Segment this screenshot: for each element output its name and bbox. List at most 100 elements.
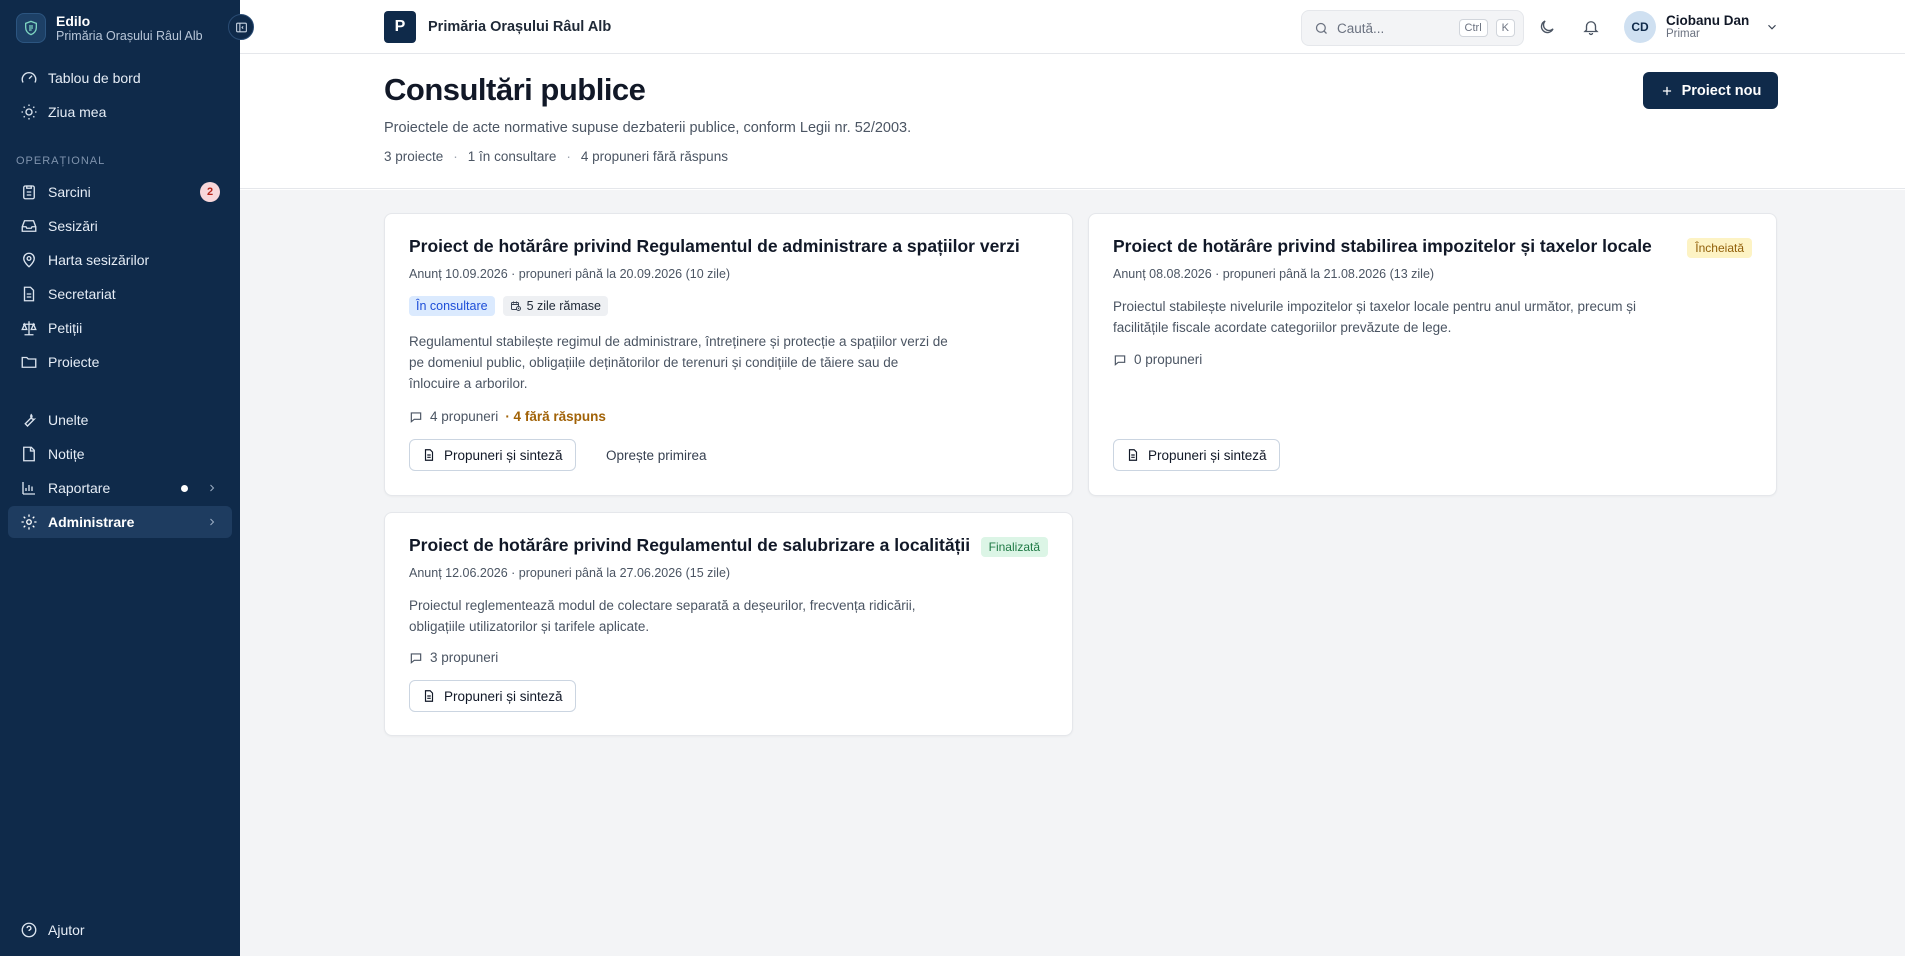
sidebar-item-dashboard[interactable]: Tablou de bord <box>8 62 232 94</box>
proposals-count-label: 4 propuneri <box>430 409 499 424</box>
comment-icon <box>410 652 422 664</box>
sidebar-item-projects[interactable]: Proiecte <box>8 346 232 378</box>
sidebar-item-label: Ziua mea <box>48 104 107 120</box>
stat-unanswered: 4 propuneri fără răspuns <box>580 149 728 164</box>
proposals-synthesis-button[interactable]: Propuneri și sinteză <box>1113 439 1280 471</box>
chevron-right-icon <box>210 518 215 526</box>
stat-separator: · <box>453 149 458 164</box>
stop-receiving-button[interactable]: Oprește primirea <box>606 439 707 471</box>
sidebar-item-label: Raportare <box>48 480 111 496</box>
org-name: Primăria Orașului Râul Alb <box>428 19 612 35</box>
chevron-down-icon <box>1768 24 1777 30</box>
topbar: P Primăria Orașului Râul Alb Caută... Ct… <box>240 0 1905 54</box>
moon-icon <box>1540 20 1554 34</box>
sidebar-item-notes[interactable]: Notițe <box>8 438 232 470</box>
comment-icon <box>1114 354 1126 366</box>
comment-icon <box>410 411 422 423</box>
page-description: Proiectele de acte normative supuse dezb… <box>384 120 912 136</box>
folder-icon <box>21 356 37 368</box>
stat-in-consultation: 1 în consultare <box>467 149 557 164</box>
proposals-count: 3 propuneri <box>409 650 498 665</box>
sidebar-item-tasks[interactable]: Sarcini 2 <box>8 176 232 208</box>
status-badge: Finalizată <box>980 537 1048 557</box>
status-badge: În consultare <box>409 296 495 316</box>
card-meta: Anunț 12.06.2026 · propuneri până la 27.… <box>409 566 731 580</box>
card-tags: În consultare 5 zile rămase <box>409 296 608 316</box>
card-meta: Anunț 10.09.2026 · propuneri până la 20.… <box>409 267 731 281</box>
sidebar-collapse-icon <box>235 22 247 32</box>
avatar: CD <box>1624 11 1656 43</box>
sidebar-item-tools[interactable]: Unelte <box>8 404 232 436</box>
brand[interactable]: Edilo Primăria Orașului Râul Alb <box>16 10 203 46</box>
days-left-label: 5 zile rămase <box>526 299 601 313</box>
shield-logo-icon <box>16 13 46 43</box>
sidebar-item-label: Ajutor <box>48 922 85 938</box>
user-menu[interactable]: CD Ciobanu Dan Primar <box>1624 11 1779 43</box>
sidebar-item-my-day[interactable]: Ziua mea <box>8 96 232 128</box>
document-icon <box>1128 449 1138 461</box>
stat-projects: 3 proiecte <box>384 149 444 164</box>
document-icon <box>23 286 35 302</box>
sidebar-item-label: Petiții <box>48 320 83 336</box>
sidebar-item-reporting[interactable]: Raportare <box>8 472 232 504</box>
wrench-icon <box>24 413 37 427</box>
sidebar-item-label: Sarcini <box>48 184 91 200</box>
org-logo: P <box>384 11 416 43</box>
card-description: Proiectul stabilește nivelurile impozite… <box>1113 299 1636 335</box>
proposals-synthesis-button[interactable]: Propuneri și sinteză <box>409 680 576 712</box>
sidebar-item-reports[interactable]: Sesizări <box>8 210 232 242</box>
sidebar-item-administration[interactable]: Administrare <box>8 506 232 538</box>
gear-icon <box>21 514 37 530</box>
theme-toggle-button[interactable] <box>1535 15 1559 39</box>
document-icon <box>424 449 434 461</box>
clipboard-icon <box>23 185 35 200</box>
sidebar-item-petitions[interactable]: Petiții <box>8 312 232 344</box>
search-input[interactable]: Caută... Ctrl K <box>1301 10 1524 46</box>
scale-icon <box>21 321 37 336</box>
sidebar-item-reports-map[interactable]: Harta sesizărilor <box>8 244 232 276</box>
card-title[interactable]: Proiect de hotărâre privind Regulamentul… <box>409 535 970 556</box>
sidebar-item-label: Administrare <box>48 514 135 530</box>
chevron-right-icon <box>210 484 215 492</box>
bell-icon <box>1583 21 1599 36</box>
sidebar-item-help[interactable]: Ajutor <box>8 914 232 946</box>
search-placeholder: Caută... <box>1337 20 1385 36</box>
sidebar-item-label: Secretariat <box>48 286 116 302</box>
sidebar-item-secretariat[interactable]: Secretariat <box>8 278 232 310</box>
consultation-card: Proiect de hotărâre privind stabilirea i… <box>1088 213 1777 496</box>
user-name: Ciobanu Dan <box>1666 13 1750 28</box>
unanswered-count: · 4 fără răspuns <box>505 409 606 424</box>
button-label: Propuneri și sinteză <box>444 447 563 463</box>
brand-name: Edilo <box>56 12 91 29</box>
status-badge: Încheiată <box>1687 238 1752 258</box>
user-role: Primar <box>1666 28 1700 40</box>
shortcut-k: K <box>1495 19 1515 37</box>
gauge-icon <box>21 72 37 83</box>
card-title[interactable]: Proiect de hotărâre privind stabilirea i… <box>1113 236 1652 257</box>
proposals-count: 4 propuneri · 4 fără răspuns <box>409 409 606 424</box>
sidebar-item-label: Notițe <box>48 446 85 462</box>
sidebar-item-label: Harta sesizărilor <box>48 252 150 268</box>
notifications-button[interactable] <box>1579 15 1603 39</box>
shortcut-ctrl: Ctrl <box>1458 19 1488 37</box>
organization[interactable]: P Primăria Orașului Râul Alb <box>384 11 611 43</box>
proposals-count-label: 0 propuneri <box>1134 352 1203 367</box>
new-project-button[interactable]: Proiect nou <box>1643 72 1778 109</box>
consultation-card: Proiect de hotărâre privind Regulamentul… <box>384 213 1073 496</box>
proposals-count-label: 3 propuneri <box>430 650 499 665</box>
help-circle-icon <box>21 922 37 938</box>
proposals-synthesis-button[interactable]: Propuneri și sinteză <box>409 439 576 471</box>
sidebar-item-label: Unelte <box>48 412 89 428</box>
consultation-card: Proiect de hotărâre privind Regulamentul… <box>384 512 1073 736</box>
page-header: Consultări publice Proiectele de acte no… <box>240 54 1905 189</box>
map-pin-icon <box>23 252 35 268</box>
card-description: Proiectul reglementează modul de colecta… <box>409 598 916 634</box>
section-label-operational: OPERAȚIONAL <box>16 155 106 167</box>
sun-icon <box>21 104 37 120</box>
page-stats: 3 proiecte · 1 în consultare · 4 propune… <box>384 149 728 164</box>
proposals-count: 0 propuneri <box>1113 352 1202 367</box>
card-title[interactable]: Proiect de hotărâre privind Regulamentul… <box>409 236 1020 257</box>
main-content: Proiect de hotărâre privind Regulamentul… <box>240 190 1905 956</box>
brand-subtitle: Primăria Orașului Râul Alb <box>56 28 203 43</box>
collapse-sidebar-button[interactable] <box>228 14 254 40</box>
